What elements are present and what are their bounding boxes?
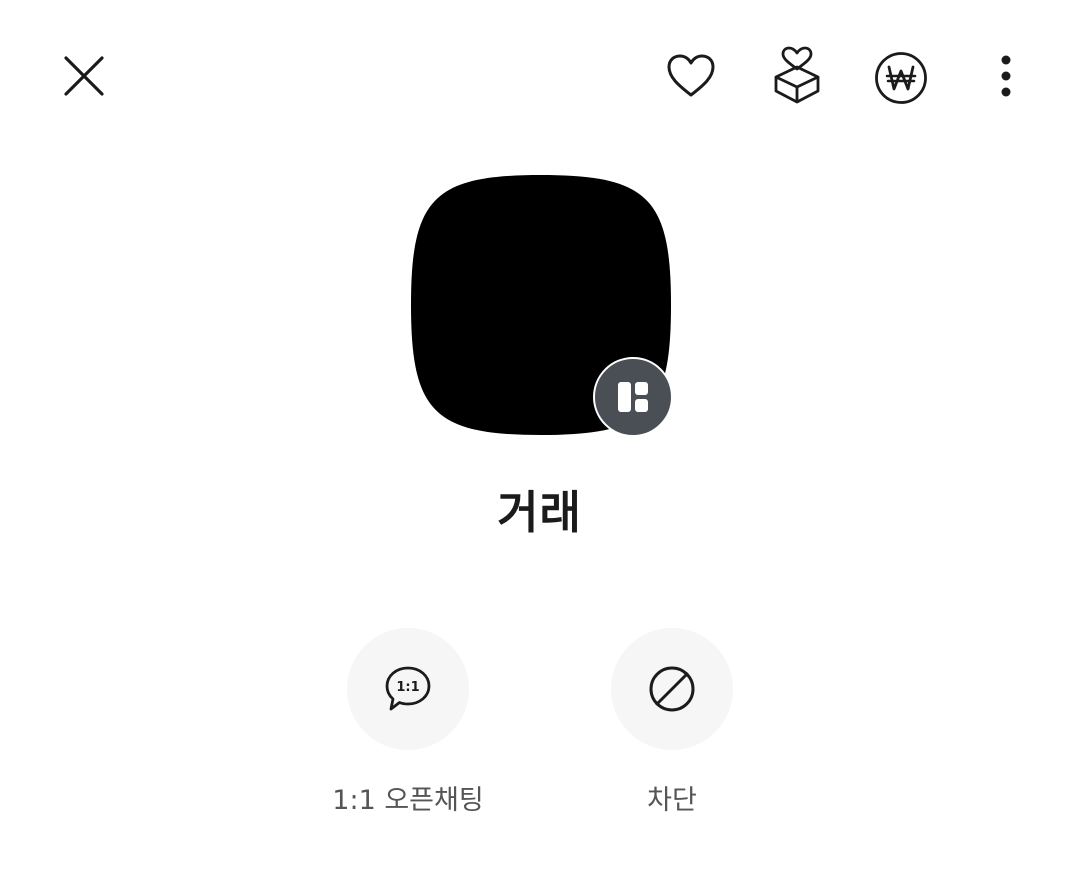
open-chat-action: 1:1 1:1 오픈채팅 xyxy=(288,628,528,817)
block-button[interactable] xyxy=(611,628,733,750)
block-action: 차단 xyxy=(552,628,792,817)
chat-icon-text: 1:1 xyxy=(396,680,419,695)
close-icon xyxy=(64,56,104,96)
chat-bubble-1to1-icon: 1:1 xyxy=(385,666,431,711)
open-chat-label: 1:1 오픈채팅 xyxy=(332,785,484,816)
top-bar xyxy=(0,0,1079,150)
gift-box-heart-icon xyxy=(774,46,820,104)
won-currency-icon xyxy=(875,52,927,104)
block-icon xyxy=(649,666,695,712)
open-chat-button[interactable]: 1:1 xyxy=(347,628,469,750)
heart-icon xyxy=(667,54,715,97)
block-label: 차단 xyxy=(647,785,697,816)
board-layout-icon xyxy=(618,382,648,412)
more-vertical-icon xyxy=(1001,55,1011,97)
board-badge[interactable] xyxy=(593,357,673,437)
profile-section xyxy=(408,172,674,438)
like-button[interactable] xyxy=(664,50,718,102)
close-button[interactable] xyxy=(56,48,112,104)
more-options-button[interactable] xyxy=(986,50,1026,102)
gift-button[interactable] xyxy=(770,44,824,106)
room-name: 거래 xyxy=(497,486,582,539)
payment-button[interactable] xyxy=(872,49,930,107)
